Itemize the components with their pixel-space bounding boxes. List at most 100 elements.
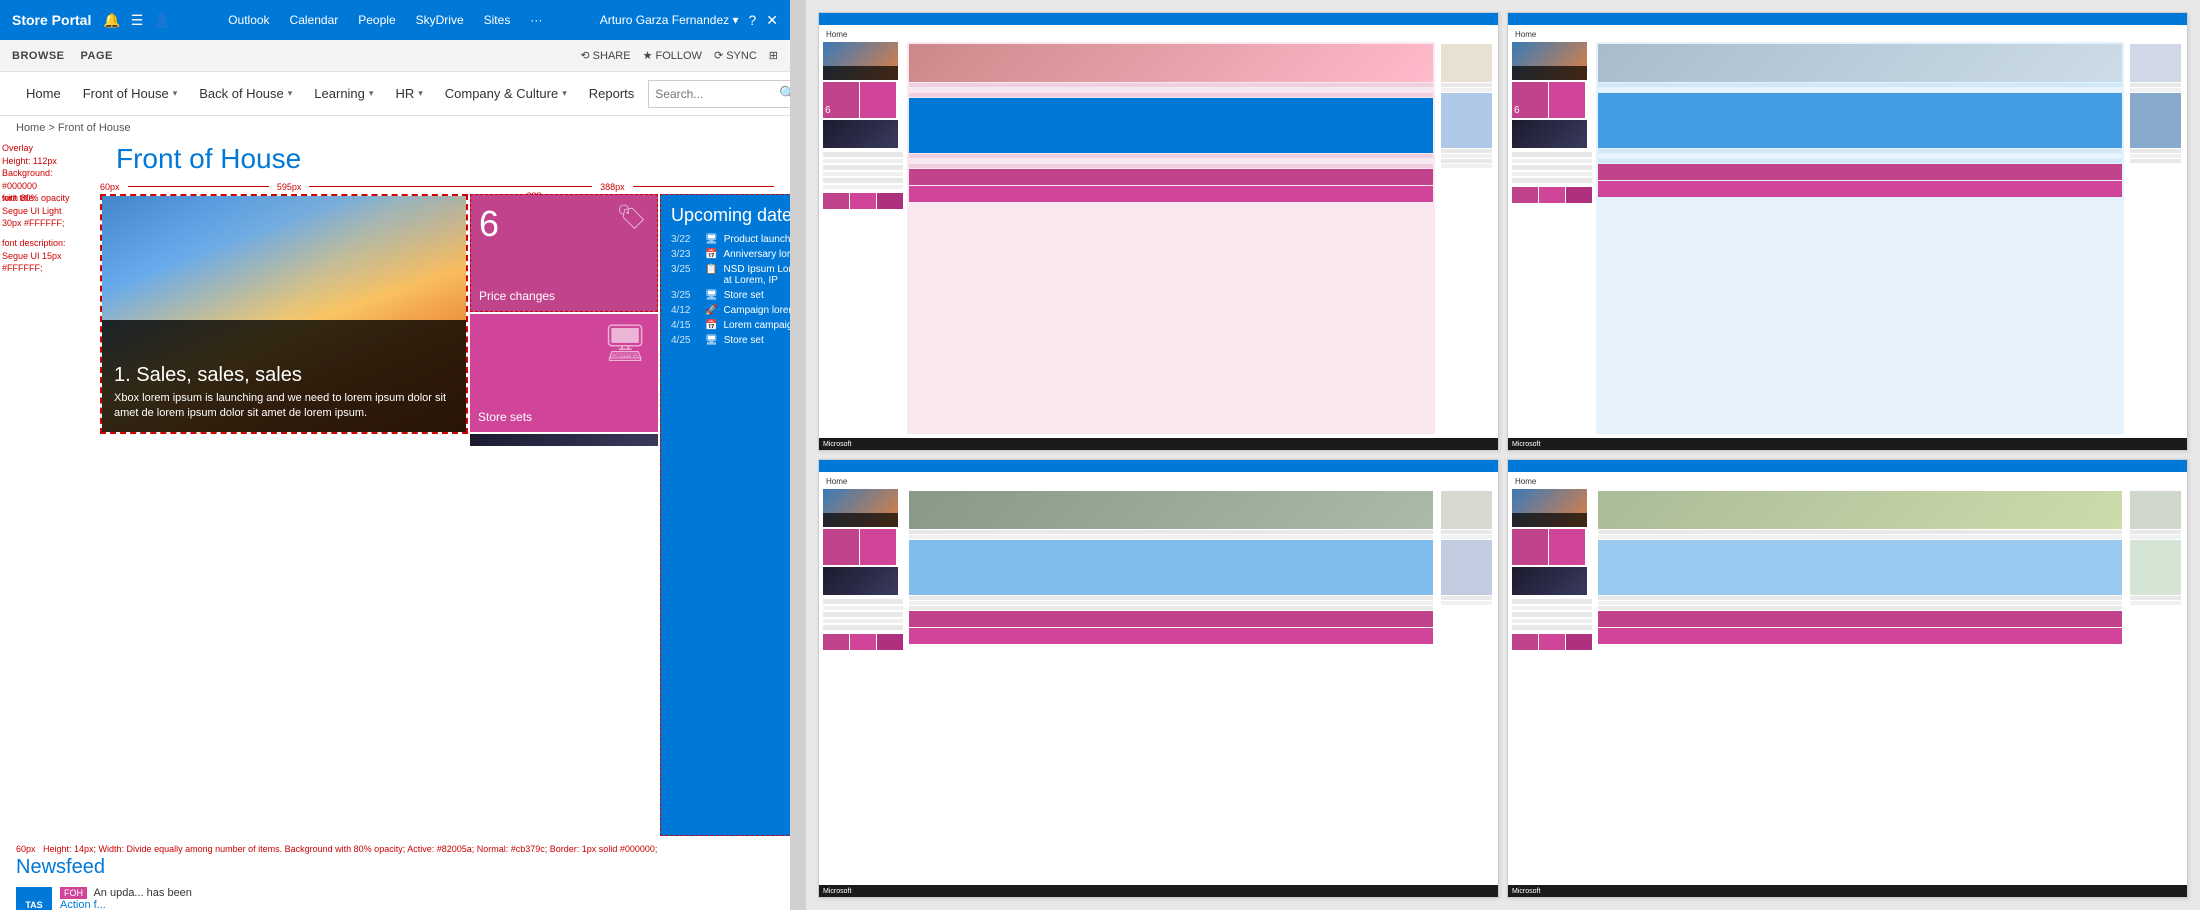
nav-home[interactable]: Home [16,80,71,107]
calendar-icon: 🖥 [705,290,718,301]
calendar-icon: 📅 [705,320,717,331]
newsfeed-title: Newsfeed [16,856,774,879]
breadcrumb-separator: > [48,122,57,134]
thumb-home-3: Home [823,476,1494,487]
nav-links: Home Front of House ▾ Back of House ▾ Le… [16,80,644,107]
top-bar-icons: 🔔 ☰ 👤 [103,12,170,29]
upcoming-item: 4/25 🖥 Store set [671,335,790,346]
upcoming-item: 4/15 📅 Lorem campaign start date [671,320,790,331]
nav-bar: Home Front of House ▾ Back of House ▾ Le… [0,72,790,116]
thumb-topbar-2 [1508,13,2187,25]
caret-icon: ▾ [173,88,178,99]
caret-icon: ▾ [288,88,293,99]
thumb-footer-label-4: Microsoft [1512,888,1540,895]
date-label: 4/25 [671,335,699,346]
annotation-height14: 60px Height: 14px; Width: Divide equally… [16,844,774,854]
calendar-icon: 📋 [705,264,717,275]
store-sets-icon: 🖥 [602,322,648,364]
tile-price-label: Price changes [479,289,649,303]
feed-tag-1: FOH [60,887,87,899]
nav-calendar[interactable]: Calendar [290,13,339,27]
nav-company-culture[interactable]: Company & Culture ▾ [435,80,577,107]
nav-more[interactable]: ··· [530,13,542,27]
upcoming-item: 4/12 🚀 Campaign lorem [671,305,790,316]
browse-bar: BROWSE PAGE ⟲ SHARE ★ FOLLOW ⟳ SYNC ⊞ [0,40,790,72]
thumb-content-2: Home 6 [1508,25,2187,438]
newsfeed-section: 60px Height: 14px; Width: Divide equally… [0,840,790,910]
follow-button[interactable]: ★ FOLLOW [643,49,702,62]
breadcrumb-current: Front of House [58,122,131,134]
page-tab[interactable]: PAGE [81,50,113,62]
upcoming-title: Upcoming dates [671,205,790,227]
thumb-main-2: 6 [1512,42,2183,434]
nav-front-of-house[interactable]: Front of House ▾ [73,80,188,107]
hero-title: 1. Sales, sales, sales [114,364,454,387]
calendar-icon: 🖥 [705,335,718,346]
user-icon[interactable]: 👤 [153,12,170,29]
nav-learning[interactable]: Learning ▾ [304,80,383,107]
thumb-footer-label-3: Microsoft [823,888,851,895]
search-input[interactable] [655,87,775,101]
feed-avatar-1: TAS [16,887,52,910]
content-area[interactable]: Home > Front of House OverlayHeight: 112… [0,116,790,910]
event-text: Lorem campaign start date [723,320,790,331]
annotation-font-desc: font description:Segue UI 15px #FFFFFF; [2,237,93,275]
app-logo: Store Portal [12,12,91,28]
top-bar-left: Store Portal 🔔 ☰ 👤 [12,12,171,29]
breadcrumb: Home > Front of House [0,116,790,140]
date-label: 3/23 [671,249,699,260]
nav-hr[interactable]: HR ▾ [385,80,432,107]
tile-price-changes[interactable]: 6 🏷 Price changes [470,194,658,312]
search-box[interactable]: 🔍 [648,80,790,108]
annotation-595px: 595px [277,182,302,192]
help-icon[interactable]: ? [748,12,756,28]
sync-button[interactable]: ⟳ SYNC [714,49,757,62]
nav-reports[interactable]: Reports [579,80,645,107]
annotation-font-title: font title:Segue UI Light30px #FFFFFF; [2,192,93,230]
thumbnail-4: Home [1507,459,2188,898]
nav-skydrive[interactable]: SkyDrive [416,13,464,27]
event-text: NSD Ipsum Lorem dolor sit at Lorem, IP [723,264,790,286]
nav-people[interactable]: People [358,13,395,27]
thumb-main-1: 6 [823,42,1494,434]
price-tag-icon: 🏷 [617,203,647,232]
separator [790,0,806,910]
nav-sites[interactable]: Sites [484,13,511,27]
feed-item-1: TAS FOH An upda... has been Action f... [16,887,774,910]
browse-tab[interactable]: BROWSE [12,50,65,62]
bell-icon[interactable]: 🔔 [103,12,120,29]
grid-icon[interactable]: ⊞ [769,49,778,62]
tile-store-sets-label: Store sets [478,410,650,424]
share-button[interactable]: ⟲ SHARE [580,49,630,62]
thumb-footer-label-2: Microsoft [1512,441,1540,448]
thumb-footer-label-1: Microsoft [823,441,851,448]
thumbnail-1: Home 6 [818,12,1499,451]
upcoming-item: 3/25 🖥 Store set [671,290,790,301]
breadcrumb-home[interactable]: Home [16,122,45,134]
close-icon[interactable]: ✕ [766,12,778,29]
user-name[interactable]: Arturo Garza Fernandez ▾ [600,13,739,27]
calendar-icon: 📅 [705,249,717,260]
top-bar-right: Arturo Garza Fernandez ▾ ? ✕ [600,12,778,29]
tile-store-sets[interactable]: 🖥 Store sets [470,314,658,432]
nav-back-of-house[interactable]: Back of House ▾ [189,80,302,107]
thumbnails-area: Home 6 [806,0,2200,910]
event-text: Store set [724,335,764,346]
nav-outlook[interactable]: Outlook [228,13,269,27]
menu-icon[interactable]: ☰ [131,12,144,29]
hero-overlay: 1. Sales, sales, sales Xbox lorem ipsum … [102,320,466,432]
event-text: Product launch lorem [724,234,790,245]
browse-bar-left: BROWSE PAGE [12,50,113,62]
thumb-footer-4: Microsoft [1508,885,2187,897]
thumb-content-1: Home 6 [819,25,1498,438]
thumb-main-4 [1512,489,2183,881]
feed-action-label[interactable]: Action f... [60,899,106,910]
page-title: Front of House [116,142,774,176]
search-icon[interactable]: 🔍 [779,85,790,102]
main-panel: Store Portal 🔔 ☰ 👤 Outlook Calendar Peop… [0,0,790,910]
tile-count: 6 [479,203,499,245]
caret-icon: ▾ [562,88,567,99]
thumb-home-4: Home [1512,476,2183,487]
annotation-388px: 388px [600,182,625,192]
upcoming-section: Upcoming dates 3/22 🖥 Product launch lor… [660,194,790,836]
